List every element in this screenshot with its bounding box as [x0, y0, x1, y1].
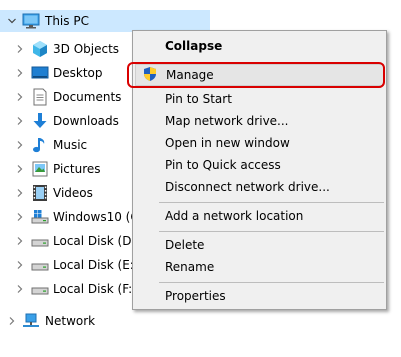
- context-menu: Collapse Manage Pin to Start Map network…: [132, 30, 387, 310]
- tree-item-windows10-drive[interactable]: Windows10 (C: [0, 206, 139, 228]
- chevron-right-icon[interactable]: [15, 236, 25, 246]
- chevron-right-icon[interactable]: [15, 140, 25, 150]
- videos-icon: [31, 184, 49, 202]
- documents-icon: [31, 88, 49, 106]
- chevron-right-icon[interactable]: [15, 212, 25, 222]
- menu-item-label: Open in new window: [165, 136, 290, 150]
- chevron-right-icon[interactable]: [15, 260, 25, 270]
- chevron-right-icon[interactable]: [15, 68, 25, 78]
- menu-item-collapse[interactable]: Collapse: [133, 35, 386, 57]
- menu-item-label: Pin to Quick access: [165, 158, 281, 172]
- tree-item-label: Desktop: [53, 66, 103, 80]
- downloads-icon: [31, 112, 49, 130]
- tree-item-label: Videos: [53, 186, 93, 200]
- tree-item-music[interactable]: Music: [0, 134, 130, 156]
- menu-item-open-in-new-window[interactable]: Open in new window: [133, 132, 386, 154]
- tree-item-label: Local Disk (D:): [53, 234, 141, 248]
- menu-separator: [159, 282, 384, 283]
- tree-item-local-disk-e[interactable]: Local Disk (E:): [0, 254, 139, 276]
- music-icon: [31, 136, 49, 154]
- menu-item-label: Manage: [166, 68, 214, 82]
- tree-item-label: Network: [45, 314, 96, 328]
- menu-separator: [159, 231, 384, 232]
- pictures-icon: [31, 160, 49, 178]
- drive-icon: [31, 232, 49, 250]
- menu-item-label: Collapse: [165, 39, 223, 53]
- menu-item-disconnect-network-drive[interactable]: Disconnect network drive...: [133, 176, 386, 198]
- tree-item-desktop[interactable]: Desktop: [0, 62, 130, 84]
- monitor-icon: [22, 12, 40, 30]
- menu-item-label: Add a network location: [165, 209, 304, 223]
- windows-drive-icon: [31, 208, 49, 226]
- desktop-icon: [31, 64, 49, 82]
- chevron-right-icon[interactable]: [15, 284, 25, 294]
- network-icon: [22, 312, 40, 330]
- drive-icon: [31, 280, 49, 298]
- menu-separator: [159, 202, 384, 203]
- chevron-right-icon[interactable]: [15, 92, 25, 102]
- chevron-right-icon[interactable]: [15, 116, 25, 126]
- menu-item-label: Rename: [165, 260, 215, 274]
- tree-item-pictures[interactable]: Pictures: [0, 158, 130, 180]
- tree-item-label: Local Disk (E:): [53, 258, 139, 272]
- tree-item-label: Pictures: [53, 162, 101, 176]
- chevron-down-icon[interactable]: [7, 16, 17, 26]
- chevron-right-icon[interactable]: [15, 44, 25, 54]
- menu-item-delete[interactable]: Delete: [133, 234, 386, 256]
- tree-item-local-disk-d[interactable]: Local Disk (D:): [0, 230, 140, 252]
- menu-item-pin-to-quick-access[interactable]: Pin to Quick access: [133, 154, 386, 176]
- tree-item-label: Windows10 (C: [53, 210, 139, 224]
- tree-item-local-disk-f[interactable]: Local Disk (F:): [0, 278, 137, 300]
- tree-item-label: Downloads: [53, 114, 119, 128]
- menu-item-label: Properties: [165, 289, 226, 303]
- tree-item-label: Local Disk (F:): [53, 282, 137, 296]
- tree-item-label: Music: [53, 138, 88, 152]
- tree-item-downloads[interactable]: Downloads: [0, 110, 130, 132]
- tree-item-label: This PC: [45, 14, 89, 28]
- menu-item-label: Pin to Start: [165, 92, 232, 106]
- chevron-right-icon[interactable]: [7, 316, 17, 326]
- 3d-objects-icon: [31, 40, 49, 58]
- chevron-right-icon[interactable]: [15, 164, 25, 174]
- tree-item-label: Documents: [53, 90, 122, 104]
- drive-icon: [31, 256, 49, 274]
- tree-item-videos[interactable]: Videos: [0, 182, 130, 204]
- tree-item-documents[interactable]: Documents: [0, 86, 130, 108]
- tree-item-label: 3D Objects: [53, 42, 120, 56]
- menu-item-rename[interactable]: Rename: [133, 256, 386, 278]
- tree-item-3d-objects[interactable]: 3D Objects: [0, 38, 130, 60]
- chevron-right-icon[interactable]: [15, 188, 25, 198]
- menu-item-pin-to-start[interactable]: Pin to Start: [133, 88, 386, 110]
- menu-item-label: Map network drive...: [165, 114, 289, 128]
- tree-item-network[interactable]: Network: [0, 310, 130, 332]
- menu-item-label: Delete: [165, 238, 205, 252]
- menu-item-label: Disconnect network drive...: [165, 180, 330, 194]
- menu-item-add-network-location[interactable]: Add a network location: [133, 205, 386, 227]
- menu-item-map-network-drive[interactable]: Map network drive...: [133, 110, 386, 132]
- menu-item-manage[interactable]: Manage: [135, 64, 384, 86]
- tree-item-this-pc[interactable]: This PC: [0, 10, 210, 32]
- shield-icon: [142, 66, 158, 82]
- menu-item-properties[interactable]: Properties: [133, 285, 386, 307]
